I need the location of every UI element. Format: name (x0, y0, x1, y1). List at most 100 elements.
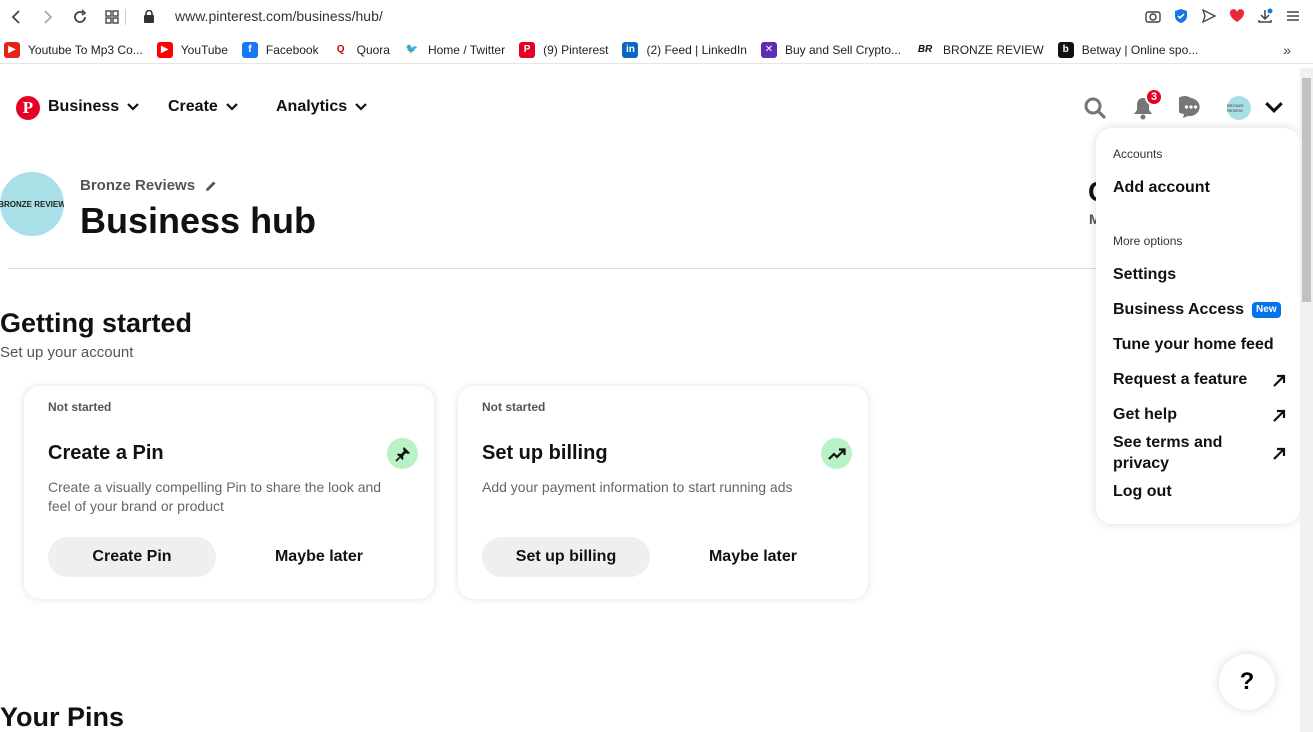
your-pins-title: Your Pins (0, 702, 125, 732)
maybe-later-button[interactable]: Maybe later (234, 537, 404, 577)
chevron-down-icon (355, 103, 367, 111)
search-icon[interactable] (1083, 96, 1107, 120)
card-title: Set up billing (482, 442, 608, 464)
maybe-later-button[interactable]: Maybe later (668, 537, 838, 577)
notification-badge: 3 (1145, 88, 1163, 106)
bookmark-label: Buy and Sell Crypto... (784, 42, 902, 57)
log-out-label: Log out (1113, 483, 1172, 500)
bookmark-item[interactable]: BR BRONZE REVIEW (915, 41, 1044, 58)
help-button[interactable]: ? (1219, 654, 1275, 710)
messages-icon[interactable] (1179, 96, 1203, 120)
analytics-menu[interactable]: Analytics (276, 98, 367, 116)
tune-home-feed-item[interactable]: Tune your home feed (1113, 334, 1288, 355)
terms-privacy-item[interactable]: See terms and privacy (1113, 432, 1243, 474)
log-out-item[interactable]: Log out (1113, 481, 1288, 502)
toolbar-separator (125, 9, 126, 25)
bookmark-label: YouTube (180, 42, 228, 57)
send-icon[interactable] (1199, 6, 1219, 26)
pencil-icon[interactable] (205, 180, 217, 192)
settings-label: Settings (1113, 266, 1177, 283)
create-menu-label: Create (168, 98, 218, 115)
bookmark-label: Facebook (265, 42, 319, 57)
bookmarks-bar: ▶ Youtube To Mp3 Co... ▶ YouTube f Facebook Q Q… (0, 36, 1313, 64)
lock-icon (144, 10, 154, 23)
chevron-down-icon (127, 103, 139, 111)
bookmark-favicon-icon: ▶ (4, 41, 20, 58)
bookmark-item[interactable]: in (2) Feed | LinkedIn (622, 41, 747, 58)
setup-billing-card: Not started Set up billing Add your paym… (458, 386, 868, 599)
reload-button[interactable] (64, 0, 96, 34)
bookmark-label: (9) Pinterest (543, 42, 609, 57)
add-account-item[interactable]: Add account (1113, 177, 1288, 198)
bookmark-item[interactable]: ▶ YouTube (156, 41, 228, 58)
bookmark-favicon-icon: 🐦 (403, 41, 420, 58)
bookmark-favicon-icon: f (241, 41, 258, 58)
reload-icon (74, 9, 87, 23)
camera-icon[interactable] (1143, 6, 1163, 26)
get-help-label: Get help (1113, 406, 1178, 423)
shield-icon[interactable] (1171, 6, 1191, 26)
bookmark-label: Betway | Online spo... (1081, 42, 1199, 57)
bookmark-item[interactable]: b Betway | Online spo... (1057, 41, 1199, 58)
create-menu[interactable]: Create (168, 98, 238, 116)
getting-started-title: Getting started (0, 308, 193, 338)
chevron-down-icon (226, 103, 238, 111)
bookmark-item[interactable]: ▶ Youtube To Mp3 Co... (4, 41, 143, 58)
avatar[interactable]: BRONZE REVIEW (1227, 96, 1251, 120)
page-scrollbar[interactable] (1300, 68, 1313, 732)
page-title: Business hub (80, 200, 317, 241)
profile-avatar[interactable]: BRONZE REVIEW (0, 172, 64, 236)
bookmarks-overflow-icon[interactable]: » (1283, 42, 1291, 58)
bookmark-item[interactable]: Q Quora (332, 41, 390, 58)
business-access-item[interactable]: Business Access New (1113, 299, 1288, 320)
external-link-icon (1273, 447, 1286, 460)
back-button[interactable] (0, 0, 32, 34)
download-icon[interactable] (1255, 6, 1275, 26)
tabs-grid-button[interactable] (96, 0, 128, 34)
status-label: Not started (482, 400, 546, 414)
create-pin-button[interactable]: Create Pin (48, 537, 216, 577)
request-feature-item[interactable]: Request a feature (1113, 369, 1293, 390)
request-feature-label: Request a feature (1113, 371, 1248, 388)
scrollbar-thumb[interactable] (1302, 78, 1311, 302)
heart-icon[interactable] (1227, 6, 1247, 26)
forward-arrow-icon (44, 10, 53, 24)
analytics-menu-label: Analytics (276, 98, 348, 115)
back-arrow-icon (11, 10, 20, 24)
grid-icon (105, 10, 119, 24)
browser-toolbar: www.pinterest.com/business/hub/ (0, 0, 1313, 34)
address-bar[interactable]: www.pinterest.com/business/hub/ (175, 8, 383, 24)
setup-billing-button[interactable]: Set up billing (482, 537, 650, 577)
forward-button[interactable] (32, 0, 64, 34)
business-menu[interactable]: Business (48, 98, 139, 116)
terms-privacy-label: See terms and privacy (1113, 434, 1223, 472)
bookmark-item[interactable]: ✕ Buy and Sell Crypto... (760, 41, 902, 58)
bookmark-favicon-icon: ▶ (156, 41, 173, 58)
get-help-item[interactable]: Get help (1113, 404, 1288, 425)
menu-icon[interactable] (1283, 6, 1303, 26)
trending-up-icon (821, 438, 852, 469)
bookmark-item[interactable]: f Facebook (241, 41, 319, 58)
pinterest-logo-icon[interactable]: P (16, 96, 40, 120)
bookmark-favicon-icon: ✕ (760, 41, 777, 58)
chevron-down-icon[interactable] (1265, 100, 1283, 114)
bookmark-label: BRONZE REVIEW (943, 42, 1044, 57)
settings-item[interactable]: Settings (1113, 264, 1288, 285)
getting-started-subtitle: Set up your account (0, 344, 134, 361)
bookmark-favicon-icon: Q (332, 41, 349, 58)
bookmark-favicon-icon: b (1057, 41, 1074, 58)
bookmark-favicon-icon: P (519, 41, 536, 58)
account-name: Bronze Reviews (80, 177, 217, 194)
new-badge: New (1252, 301, 1281, 318)
card-description: Create a visually compelling Pin to shar… (48, 479, 382, 514)
account-dropdown: Accounts Add account More options Settin… (1096, 128, 1300, 524)
bookmark-item[interactable]: 🐦 Home / Twitter (403, 41, 506, 58)
browser-extensions (1143, 6, 1303, 26)
bookmark-label: Home / Twitter (427, 42, 506, 57)
bookmark-item[interactable]: P (9) Pinterest (519, 41, 609, 58)
add-account-label: Add account (1113, 179, 1210, 196)
external-link-icon (1273, 409, 1286, 422)
bookmark-label: Youtube To Mp3 Co... (28, 42, 143, 57)
create-pin-card: Not started Create a Pin Create a visual… (24, 386, 434, 599)
bookmark-favicon-icon: BR (915, 41, 936, 58)
